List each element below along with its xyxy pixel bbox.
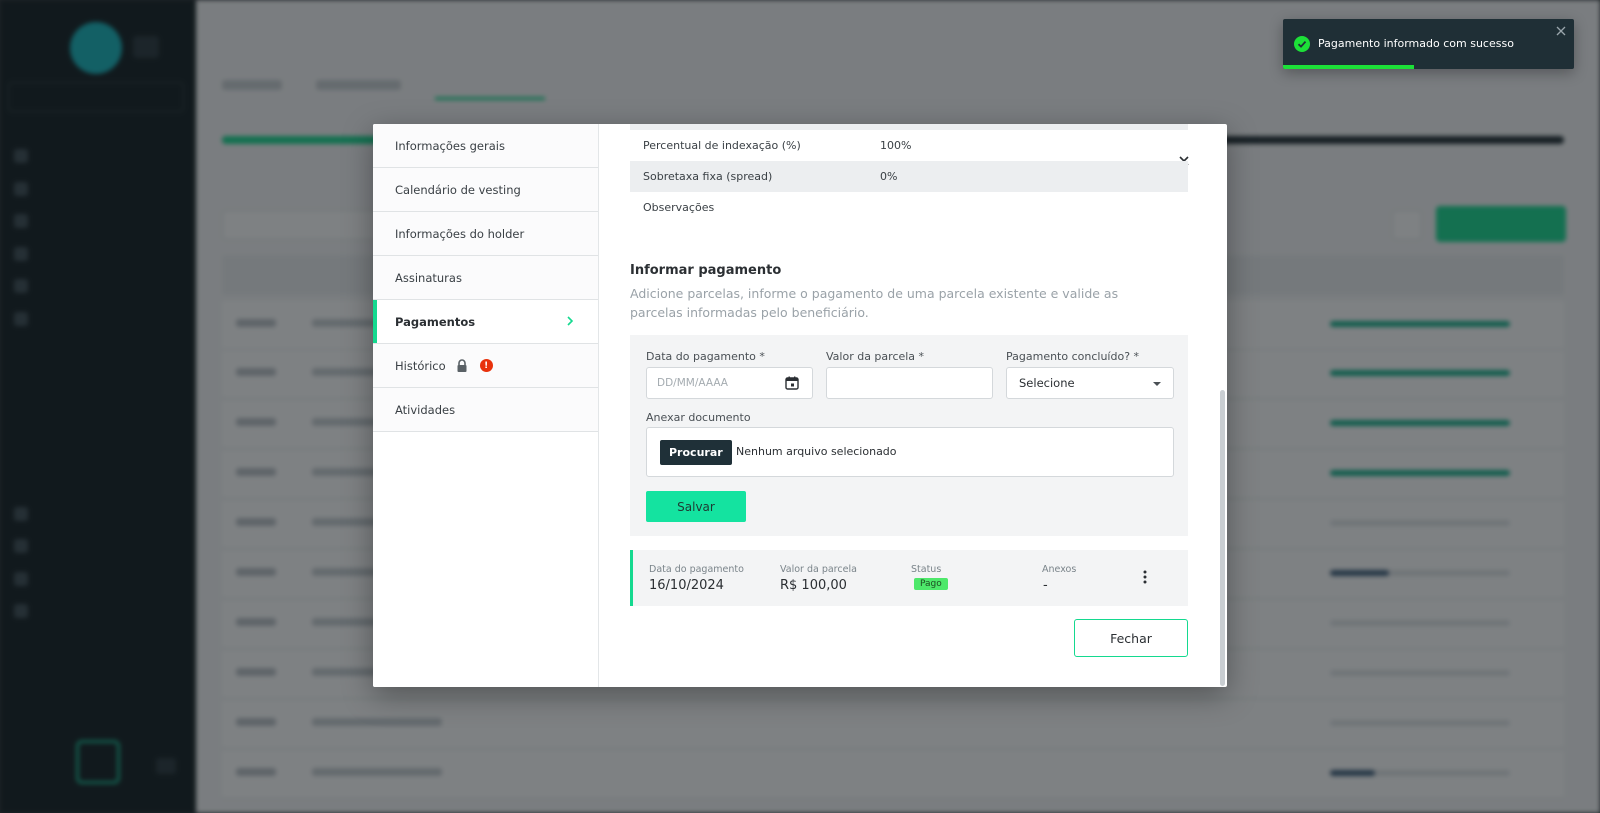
nav-item-label: Assinaturas (395, 270, 462, 285)
info-label: Percentual de indexação (%) (643, 139, 801, 152)
nav-item-pagamentos[interactable]: Pagamentos (373, 300, 598, 344)
close-button[interactable]: Fechar (1074, 619, 1188, 657)
payment-item: Data do pagamento 16/10/2024 Valor da pa… (630, 550, 1188, 606)
caret-down-icon (1153, 382, 1161, 386)
nav-item-assinaturas[interactable]: Assinaturas (373, 256, 598, 300)
installment-value-input[interactable] (826, 367, 993, 399)
payment-status-label: Status (911, 564, 942, 575)
payment-date-label: Data do pagamento (649, 564, 744, 575)
modal-nav: Informações gerais Calendário de vesting… (373, 124, 599, 687)
nav-item-informacoes-gerais[interactable]: Informações gerais (373, 124, 598, 168)
more-options-icon[interactable] (1143, 570, 1147, 584)
info-label: Sobretaxa fixa (spread) (643, 170, 773, 183)
info-label: Observações (643, 201, 715, 214)
info-row: Observações (630, 192, 1188, 223)
nav-item-calendario-vesting[interactable]: Calendário de vesting (373, 168, 598, 212)
no-file-text: Nenhum arquivo selecionado (736, 445, 897, 458)
section-description: Adicione parcelas, informe o pagamento d… (630, 286, 1119, 320)
nav-item-informacoes-holder[interactable]: Informações do holder (373, 212, 598, 256)
contract-info-table: Percentual de indexação (%) 100% Sobreta… (630, 124, 1188, 223)
value-label: Valor da parcela * (826, 350, 925, 363)
payment-done-select[interactable]: Selecione (1006, 367, 1174, 399)
done-label: Pagamento concluído? * (1006, 350, 1140, 363)
info-value: 0% (880, 170, 898, 183)
payment-form: Data do pagamento * DD/MM/AAAA Valor da … (630, 335, 1188, 536)
info-row: Percentual de indexação (%) 100% (630, 130, 1188, 161)
nav-item-label: Histórico (395, 358, 446, 373)
browse-button[interactable]: Procurar (660, 440, 732, 465)
status-badge: Pago (914, 578, 948, 590)
select-value: Selecione (1019, 376, 1075, 390)
info-value: 100% (880, 139, 912, 152)
payment-attachments-value: - (1043, 578, 1048, 593)
modal-content: Percentual de indexação (%) 100% Sobreta… (599, 124, 1227, 687)
nav-item-label: Atividades (395, 402, 456, 417)
payment-value-value: R$ 100,00 (780, 578, 847, 593)
section-title: Informar pagamento (630, 263, 782, 278)
nav-item-label: Calendário de vesting (395, 182, 521, 197)
chevron-right-icon (567, 316, 574, 326)
date-placeholder: DD/MM/AAAA (657, 377, 728, 389)
nav-item-label: Informações do holder (395, 226, 525, 241)
alert-icon: ! (479, 359, 493, 372)
payment-attachments-label: Anexos (1042, 564, 1077, 575)
payment-value-label: Valor da parcela (780, 564, 857, 575)
nav-item-atividades[interactable]: Atividades (373, 388, 598, 432)
lock-icon (457, 358, 467, 372)
nav-item-label: Informações gerais (395, 138, 505, 153)
toast-message: Pagamento informado com sucesso (1318, 37, 1514, 50)
nav-item-label: Pagamentos (395, 314, 476, 329)
save-button[interactable]: Salvar (646, 491, 746, 522)
calendar-icon[interactable] (785, 376, 799, 390)
file-upload[interactable]: Procurar Nenhum arquivo selecionado (646, 427, 1174, 477)
attach-label: Anexar documento (646, 411, 751, 424)
modal-scrollbar[interactable] (1220, 390, 1225, 686)
toast-timer-bar (1283, 65, 1414, 69)
close-icon[interactable] (1556, 26, 1566, 36)
payment-date-input[interactable]: DD/MM/AAAA (646, 367, 813, 399)
payment-date-value: 16/10/2024 (649, 578, 724, 593)
contract-modal: Informações gerais Calendário de vesting… (373, 124, 1227, 687)
info-row: Sobretaxa fixa (spread) 0% (630, 161, 1188, 192)
check-circle-icon (1294, 36, 1310, 52)
nav-item-historico[interactable]: Histórico ! (373, 344, 598, 388)
date-label: Data do pagamento * (646, 350, 765, 363)
success-toast: Pagamento informado com sucesso (1283, 19, 1574, 69)
